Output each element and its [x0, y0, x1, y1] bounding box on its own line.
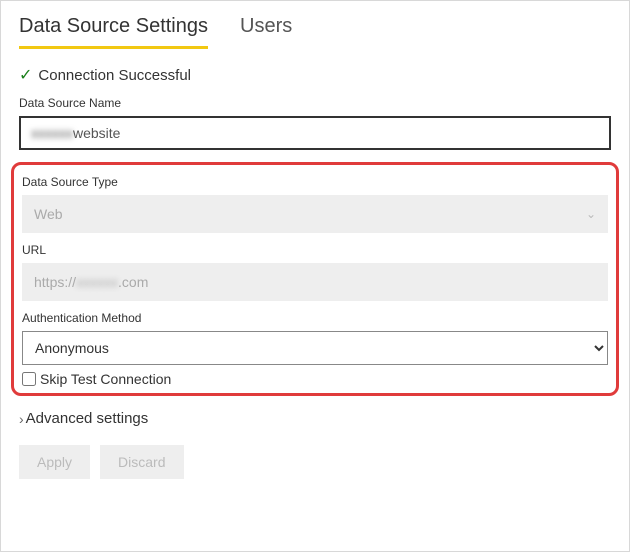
- tab-users[interactable]: Users: [240, 9, 292, 49]
- check-icon: ✓: [19, 68, 32, 84]
- data-source-name-input[interactable]: xxxxxx website: [19, 116, 611, 150]
- discard-button[interactable]: Discard: [100, 445, 183, 479]
- data-source-type-label: Data Source Type: [22, 175, 608, 189]
- auth-method-select[interactable]: Anonymous: [22, 331, 608, 365]
- url-label: URL: [22, 243, 608, 257]
- tab-data-source-settings[interactable]: Data Source Settings: [19, 9, 208, 49]
- highlight-annotation: Data Source Type Web ⌄ URL https://xxxxx…: [11, 162, 619, 396]
- data-source-name-label: Data Source Name: [19, 96, 611, 110]
- connection-status-text: Connection Successful: [38, 67, 191, 84]
- data-source-type-select[interactable]: Web ⌄: [22, 195, 608, 233]
- action-buttons: Apply Discard: [19, 445, 611, 479]
- data-source-type-value: Web: [34, 206, 63, 222]
- settings-window: Data Source Settings Users ✓ Connection …: [0, 0, 630, 552]
- url-value: https://xxxxxx.com: [34, 274, 148, 290]
- apply-button[interactable]: Apply: [19, 445, 90, 479]
- connection-status: ✓ Connection Successful: [19, 67, 611, 84]
- advanced-settings-label: Advanced settings: [26, 410, 149, 427]
- auth-method-label: Authentication Method: [22, 311, 608, 325]
- advanced-settings-toggle[interactable]: › Advanced settings: [19, 410, 611, 427]
- url-input[interactable]: https://xxxxxx.com: [22, 263, 608, 301]
- name-redacted: xxxxxx: [31, 125, 73, 141]
- skip-test-connection-label: Skip Test Connection: [40, 371, 171, 387]
- chevron-right-icon: ›: [19, 411, 24, 427]
- skip-test-connection-row[interactable]: Skip Test Connection: [22, 371, 608, 387]
- chevron-down-icon: ⌄: [586, 207, 596, 221]
- name-suffix: website: [73, 125, 120, 141]
- tab-bar: Data Source Settings Users: [19, 9, 611, 49]
- skip-test-connection-checkbox[interactable]: [22, 372, 36, 386]
